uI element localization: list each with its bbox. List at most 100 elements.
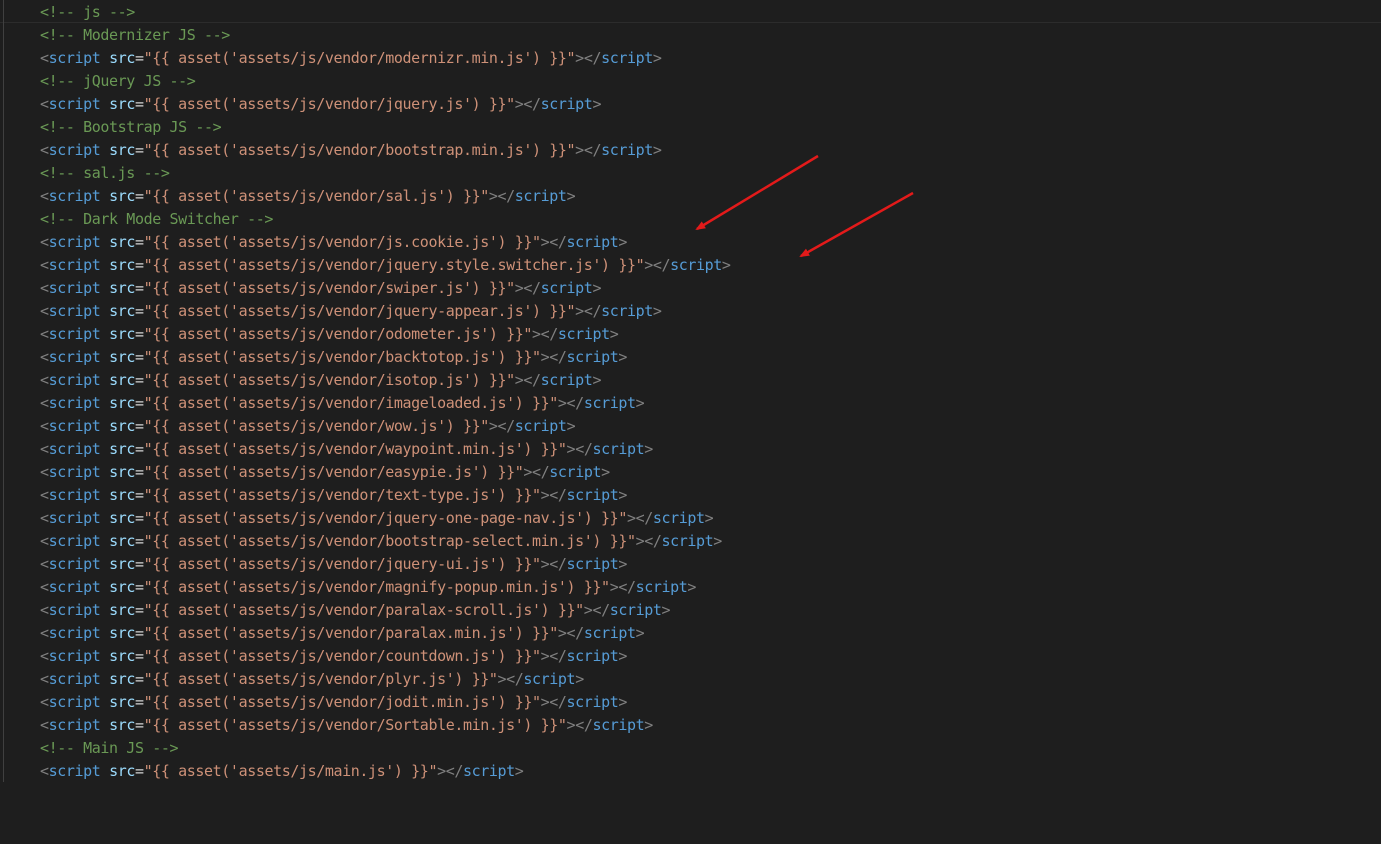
comment-line[interactable]: <!-- Dark Mode Switcher --> xyxy=(40,208,731,231)
tag-name: script xyxy=(48,325,101,343)
tag-open-bracket: < xyxy=(40,486,49,504)
script-tag-line[interactable]: <script src="{{ asset('assets/js/vendor/… xyxy=(40,461,731,484)
end-tag-open-bracket: </ xyxy=(592,601,610,619)
tag-open-bracket: < xyxy=(40,601,49,619)
end-tag-close-bracket: > xyxy=(618,348,627,366)
script-tag-line[interactable]: <script src="{{ asset('assets/js/vendor/… xyxy=(40,323,731,346)
attribute-value: "{{ asset('assets/js/vendor/jquery-ui.js… xyxy=(143,555,541,573)
tag-open-bracket: < xyxy=(40,417,49,435)
attribute-value: "{{ asset('assets/js/main.js') }}" xyxy=(143,762,438,780)
attribute-equals: = xyxy=(134,95,144,113)
attribute-value: "{{ asset('assets/js/vendor/paralax-scro… xyxy=(143,601,585,619)
attribute-value: "{{ asset('assets/js/vendor/jquery-one-p… xyxy=(143,509,628,527)
end-tag-open-bracket: </ xyxy=(652,256,671,274)
script-tag-line[interactable]: <script src="{{ asset('assets/js/vendor/… xyxy=(40,139,731,162)
end-tag-close-bracket: > xyxy=(609,325,619,343)
attribute-equals: = xyxy=(134,302,144,320)
script-tag-line[interactable]: <script src="{{ asset('assets/js/vendor/… xyxy=(40,645,731,668)
end-tag-name: script xyxy=(523,670,576,688)
script-tag-line[interactable]: <script src="{{ asset('assets/js/vendor/… xyxy=(40,277,731,300)
script-tag-line[interactable]: <script src="{{ asset('assets/js/vendor/… xyxy=(40,346,731,369)
comment-line[interactable]: <!-- sal.js --> xyxy=(40,162,731,185)
tag-name: script xyxy=(48,440,101,458)
tag-name: script xyxy=(48,670,101,688)
script-tag-line[interactable]: <script src="{{ asset('assets/js/vendor/… xyxy=(40,438,731,461)
code-editor[interactable]: <!-- js --> <!-- Modernizer JS --> <script… xyxy=(0,0,1381,844)
tag-open-bracket: < xyxy=(40,716,49,734)
tag-name: script xyxy=(48,256,101,274)
script-tag-line[interactable]: <script src="{{ asset('assets/js/vendor/… xyxy=(40,392,731,415)
script-tag-line[interactable]: <script src="{{ asset('assets/js/vendor/… xyxy=(40,714,731,737)
script-tag-line[interactable]: <script src="{{ asset('assets/js/vendor/… xyxy=(40,530,731,553)
end-tag-name: script xyxy=(601,141,653,159)
script-tag-line[interactable]: <script src="{{ asset('assets/js/main.js… xyxy=(40,760,731,783)
script-tag-line[interactable]: <script src="{{ asset('assets/js/vendor/… xyxy=(40,185,731,208)
script-tag-line[interactable]: <script src="{{ asset('assets/js/vendor/… xyxy=(40,599,731,622)
attribute-value: "{{ asset('assets/js/vendor/modernizr.mi… xyxy=(143,49,576,67)
comment-line[interactable]: <!-- jQuery JS --> xyxy=(40,70,731,93)
script-tag-line[interactable]: <script src="{{ asset('assets/js/vendor/… xyxy=(40,369,731,392)
script-tag-line[interactable]: <script src="{{ asset('assets/js/vendor/… xyxy=(40,553,731,576)
comment-line[interactable]: <!-- js --> xyxy=(40,1,731,24)
script-tag-line[interactable]: <script src="{{ asset('assets/js/vendor/… xyxy=(40,47,731,70)
script-tag-line[interactable]: <script src="{{ asset('assets/js/vendor/… xyxy=(40,415,731,438)
tag-open-bracket: < xyxy=(40,394,49,412)
tag-open-bracket: < xyxy=(40,141,49,159)
tag-open-bracket: < xyxy=(40,463,49,481)
tag-open-bracket: < xyxy=(40,624,49,642)
script-tag-line[interactable]: <script src="{{ asset('assets/js/vendor/… xyxy=(40,300,731,323)
script-tag-line[interactable]: <script src="{{ asset('assets/js/vendor/… xyxy=(40,231,731,254)
attribute-equals: = xyxy=(134,463,144,481)
attribute-name: src xyxy=(109,371,135,389)
attribute-name: src xyxy=(109,417,135,435)
comment-text: <!-- sal.js --> xyxy=(40,164,170,182)
end-tag-name: script xyxy=(583,624,636,642)
tag-name: script xyxy=(48,693,101,711)
attribute-equals: = xyxy=(134,693,144,711)
end-tag-close-bracket: > xyxy=(601,463,610,481)
comment-line[interactable]: <!-- Modernizer JS --> xyxy=(40,24,731,47)
attribute-equals: = xyxy=(134,371,144,389)
end-tag-close-bracket: > xyxy=(661,601,671,619)
attribute-name: src xyxy=(109,348,135,366)
tag-close-bracket: > xyxy=(540,693,550,711)
attribute-equals: = xyxy=(134,624,144,642)
attribute-equals: = xyxy=(134,716,144,734)
attribute-name: src xyxy=(109,670,135,688)
tag-close-bracket: > xyxy=(488,187,498,205)
end-tag-open-bracket: </ xyxy=(506,670,524,688)
script-tag-line[interactable]: <script src="{{ asset('assets/js/vendor/… xyxy=(40,484,731,507)
tag-name: script xyxy=(48,417,101,435)
tag-name: script xyxy=(48,371,101,389)
script-tag-line[interactable]: <script src="{{ asset('assets/js/vendor/… xyxy=(40,668,731,691)
tag-open-bracket: < xyxy=(40,440,49,458)
code-lines[interactable]: <!-- js --> <!-- Modernizer JS --> <script… xyxy=(40,1,731,783)
comment-text: <!-- Bootstrap JS --> xyxy=(40,118,222,136)
end-tag-close-bracket: > xyxy=(618,233,627,251)
end-tag-name: script xyxy=(566,647,619,665)
end-tag-open-bracket: </ xyxy=(583,49,602,67)
end-tag-name: script xyxy=(592,716,645,734)
script-tag-line[interactable]: <script src="{{ asset('assets/js/vendor/… xyxy=(40,93,731,116)
attribute-value: "{{ asset('assets/js/vendor/jquery.style… xyxy=(143,256,645,274)
comment-line[interactable]: <!-- Bootstrap JS --> xyxy=(40,116,731,139)
script-tag-line[interactable]: <script src="{{ asset('assets/js/vendor/… xyxy=(40,622,731,645)
end-tag-name: script xyxy=(540,279,593,297)
tag-name: script xyxy=(48,187,101,205)
tag-name: script xyxy=(48,624,101,642)
attribute-value: "{{ asset('assets/js/vendor/bootstrap.mi… xyxy=(143,141,576,159)
comment-line[interactable]: <!-- Main JS --> xyxy=(40,737,731,760)
end-tag-close-bracket: > xyxy=(618,555,627,573)
script-tag-line[interactable]: <script src="{{ asset('assets/js/vendor/… xyxy=(40,691,731,714)
attribute-name: src xyxy=(109,601,135,619)
tag-close-bracket: > xyxy=(497,670,507,688)
script-tag-line[interactable]: <script src="{{ asset('assets/js/vendor/… xyxy=(40,576,731,599)
end-tag-close-bracket: > xyxy=(592,95,602,113)
attribute-value: "{{ asset('assets/js/vendor/magnify-popu… xyxy=(143,578,610,596)
tag-open-bracket: < xyxy=(40,95,49,113)
script-tag-line[interactable]: <script src="{{ asset('assets/js/vendor/… xyxy=(40,507,731,530)
attribute-equals: = xyxy=(134,49,144,67)
comment-text: <!-- Modernizer JS --> xyxy=(40,26,230,44)
script-tag-line[interactable]: <script src="{{ asset('assets/js/vendor/… xyxy=(40,254,731,277)
end-tag-close-bracket: > xyxy=(713,532,722,550)
